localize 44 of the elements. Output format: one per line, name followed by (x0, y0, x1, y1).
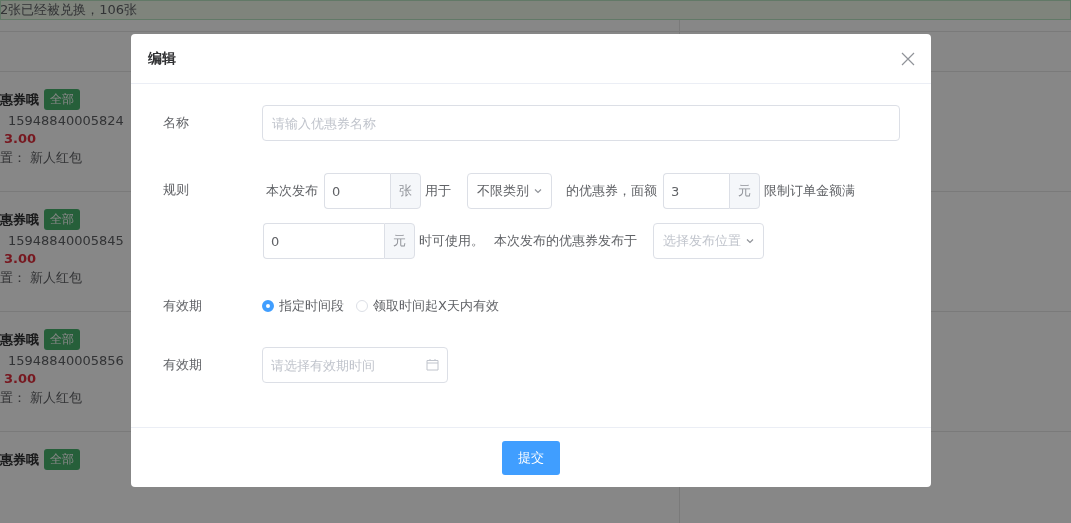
notice-bar: 2张已经被兑换，106张 (0, 0, 1071, 20)
coupon-name: 惠券哦 (0, 450, 39, 469)
chevron-down-icon (745, 236, 755, 246)
coupon-price: 3.00 (4, 371, 37, 386)
number-input[interactable]: 0 (263, 223, 384, 259)
coupon-price: 3.00 (4, 251, 37, 266)
select-field[interactable]: 不限类别 (467, 173, 552, 209)
unit-addon: 元 (729, 173, 760, 209)
field-label: 有效期 (163, 297, 203, 315)
field-label: 有效期 (163, 356, 203, 374)
radio-option[interactable]: 指定时间段 (262, 297, 344, 315)
radio-option[interactable]: 领取时间起X天内有效 (356, 297, 499, 315)
calendar-icon (426, 358, 439, 371)
rule-text: 时可使用。 (419, 232, 484, 250)
scope-tag: 全部 (44, 89, 80, 110)
dialog-title: 编辑 (148, 49, 176, 68)
close-icon[interactable] (901, 51, 915, 66)
phone-number: 15948840005845 (8, 233, 124, 248)
placement-text: 置： 新人红包 (0, 269, 83, 287)
scope-tag: 全部 (44, 209, 80, 230)
rule-text: 用于 (425, 182, 451, 200)
coupon-name: 惠券哦 (0, 90, 39, 109)
phone-number: 15948840005824 (8, 113, 124, 128)
rule-text: 本次发布的优惠券发布于 (494, 232, 637, 250)
rule-text: 本次发布 (266, 182, 318, 200)
chevron-down-icon (533, 186, 543, 196)
date-input[interactable]: 请选择有效期时间 (262, 347, 448, 383)
field-label: 名称 (163, 114, 190, 132)
placement-text: 置： 新人红包 (0, 389, 83, 407)
unit-addon: 张 (390, 173, 421, 209)
phone-number: 15948840005856 (8, 353, 124, 368)
scope-tag: 全部 (44, 329, 80, 350)
coupon-name: 惠券哦 (0, 210, 39, 229)
unit-addon: 元 (384, 223, 415, 259)
coupon-name: 惠券哦 (0, 330, 39, 349)
placement-text: 置： 新人红包 (0, 149, 83, 167)
name-input[interactable]: 请输入优惠券名称 (262, 105, 900, 141)
number-input[interactable]: 0 (324, 173, 390, 209)
rule-text: 限制订单金额满 (764, 182, 855, 200)
rule-text: 的优惠券，面额 (566, 182, 657, 200)
field-label: 规则 (163, 181, 190, 199)
coupon-price: 3.00 (4, 131, 37, 146)
scope-tag: 全部 (44, 449, 80, 470)
number-input[interactable]: 3 (663, 173, 729, 209)
